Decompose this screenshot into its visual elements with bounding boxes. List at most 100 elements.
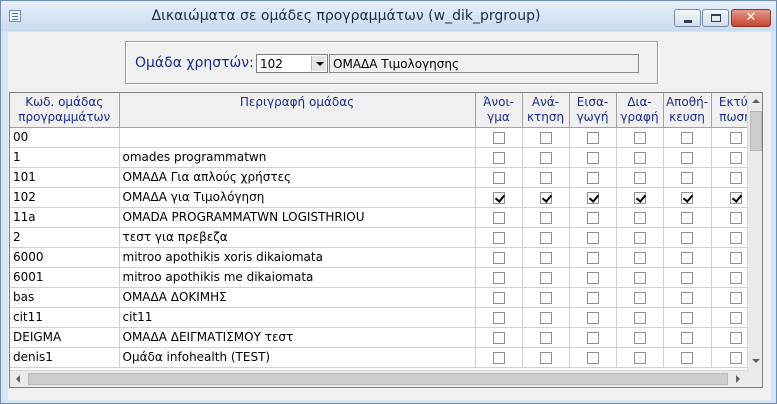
close-button[interactable]: ✕ [731, 9, 771, 27]
table-row[interactable]: 102 ΟΜΑΔΑ για Τιμολόγηση [10, 187, 747, 208]
save-checkbox[interactable] [681, 191, 693, 204]
open-checkbox[interactable] [492, 291, 505, 304]
horizontal-scrollbar[interactable] [10, 370, 747, 387]
table-row[interactable]: cit11 cit11 [10, 307, 747, 328]
table-row[interactable]: denis1 Ομάδα infohealth (TEST) [10, 347, 747, 368]
retrieve-checkbox[interactable] [539, 311, 552, 324]
open-checkbox[interactable] [492, 131, 505, 144]
column-header-code[interactable]: Κωδ. ομάδας προγραμμάτων [10, 93, 120, 128]
delete-checkbox[interactable] [633, 251, 646, 264]
retrieve-checkbox[interactable] [539, 131, 552, 144]
open-checkbox[interactable] [492, 191, 505, 204]
delete-checkbox[interactable] [633, 231, 646, 244]
open-checkbox[interactable] [492, 231, 505, 244]
save-checkbox[interactable] [681, 151, 693, 164]
retrieve-checkbox[interactable] [539, 231, 552, 244]
maximize-button[interactable] [702, 9, 729, 27]
cell-group-description[interactable]: omades programmatwn [119, 147, 476, 168]
open-checkbox[interactable] [492, 271, 505, 284]
cell-group-description[interactable] [119, 127, 476, 148]
cell-group-code[interactable]: bas [10, 287, 120, 308]
print-checkbox[interactable] [729, 211, 742, 224]
retrieve-checkbox[interactable] [539, 151, 552, 164]
column-header-print[interactable]: Εκτύ-πωση [711, 93, 747, 128]
print-checkbox[interactable] [729, 131, 742, 144]
table-row[interactable]: DEIGMA ΟΜΑΔΑ ΔΕΙΓΜΑΤΙΣΜΟΥ τεστ [10, 327, 747, 348]
save-checkbox[interactable] [681, 351, 693, 364]
insert-checkbox[interactable] [586, 191, 599, 204]
insert-checkbox[interactable] [586, 271, 599, 284]
save-checkbox[interactable] [681, 171, 693, 184]
column-header-open[interactable]: Άνοι-γμα [475, 93, 523, 128]
user-group-dropdown[interactable]: 102 [256, 54, 328, 73]
scroll-right-icon[interactable] [730, 371, 747, 387]
cell-group-code[interactable]: 6001 [10, 267, 120, 288]
cell-group-description[interactable]: mitroo apothikis xoris dikaiomata [119, 247, 476, 268]
insert-checkbox[interactable] [586, 311, 599, 324]
cell-group-description[interactable]: ΟΜΑΔΑ για Τιμολόγηση [119, 187, 476, 208]
cell-group-description[interactable]: Ομάδα infohealth (TEST) [119, 347, 476, 368]
print-checkbox[interactable] [729, 351, 742, 364]
table-row[interactable]: bas ΟΜΑΔΑ ΔΟΚΙΜΗΣ [10, 287, 747, 308]
minimize-button[interactable] [674, 9, 701, 27]
title-bar[interactable]: Δικαιώματα σε ομάδες προγραμμάτων (w_dik… [1, 1, 776, 31]
cell-group-code[interactable]: 2 [10, 227, 120, 248]
print-checkbox[interactable] [729, 191, 742, 204]
cell-group-code[interactable]: 00 [10, 127, 120, 148]
scroll-left-icon[interactable] [10, 371, 27, 387]
open-checkbox[interactable] [492, 251, 505, 264]
save-checkbox[interactable] [681, 271, 693, 284]
retrieve-checkbox[interactable] [539, 211, 552, 224]
print-checkbox[interactable] [729, 331, 742, 344]
cell-group-description[interactable]: mitroo apothikis me dikaiomata [119, 267, 476, 288]
table-row[interactable]: 101 ΟΜΑΔΑ Για απλούς χρήστες [10, 167, 747, 188]
insert-checkbox[interactable] [586, 131, 599, 144]
cell-group-code[interactable]: cit11 [10, 307, 120, 328]
cell-group-code[interactable]: DEIGMA [10, 327, 120, 348]
delete-checkbox[interactable] [633, 291, 646, 304]
horizontal-scroll-thumb[interactable] [28, 373, 728, 385]
cell-group-code[interactable]: denis1 [10, 347, 120, 368]
table-row[interactable]: 11a OMADA PROGRAMMATWN LOGISTHRIOU [10, 207, 747, 228]
print-checkbox[interactable] [729, 151, 742, 164]
cell-group-description[interactable]: ΟΜΑΔΑ ΔΕΙΓΜΑΤΙΣΜΟΥ τεστ [119, 327, 476, 348]
cell-group-description[interactable]: OMADA PROGRAMMATWN LOGISTHRIOU [119, 207, 476, 228]
print-checkbox[interactable] [729, 171, 742, 184]
cell-group-description[interactable]: τεστ για πρεβεζα [119, 227, 476, 248]
table-row[interactable]: 6000 mitroo apothikis xoris dikaiomata [10, 247, 747, 268]
retrieve-checkbox[interactable] [539, 191, 552, 204]
table-row[interactable]: 1 omades programmatwn [10, 147, 747, 168]
save-checkbox[interactable] [681, 211, 693, 224]
save-checkbox[interactable] [681, 311, 693, 324]
save-checkbox[interactable] [681, 331, 693, 344]
retrieve-checkbox[interactable] [539, 331, 552, 344]
open-checkbox[interactable] [492, 151, 505, 164]
save-checkbox[interactable] [681, 251, 693, 264]
table-row[interactable]: 00 [10, 127, 747, 148]
save-checkbox[interactable] [681, 131, 693, 144]
column-header-retrieve[interactable]: Ανά-κτηση [522, 93, 570, 128]
delete-checkbox[interactable] [633, 351, 646, 364]
cell-group-code[interactable]: 11a [10, 207, 120, 228]
delete-checkbox[interactable] [633, 171, 646, 184]
cell-group-description[interactable]: cit11 [119, 307, 476, 328]
table-row[interactable]: 2 τεστ για πρεβεζα [10, 227, 747, 248]
cell-group-code[interactable]: 6000 [10, 247, 120, 268]
delete-checkbox[interactable] [633, 311, 646, 324]
insert-checkbox[interactable] [586, 291, 599, 304]
cell-group-code[interactable]: 101 [10, 167, 120, 188]
column-header-delete[interactable]: Δια-γραφή [616, 93, 664, 128]
open-checkbox[interactable] [492, 171, 505, 184]
insert-checkbox[interactable] [586, 151, 599, 164]
open-checkbox[interactable] [492, 351, 505, 364]
retrieve-checkbox[interactable] [539, 351, 552, 364]
open-checkbox[interactable] [492, 311, 505, 324]
print-checkbox[interactable] [729, 291, 742, 304]
retrieve-checkbox[interactable] [539, 251, 552, 264]
delete-checkbox[interactable] [633, 331, 646, 344]
insert-checkbox[interactable] [586, 171, 599, 184]
retrieve-checkbox[interactable] [539, 171, 552, 184]
retrieve-checkbox[interactable] [539, 291, 552, 304]
scroll-down-icon[interactable] [748, 353, 762, 370]
delete-checkbox[interactable] [633, 211, 646, 224]
